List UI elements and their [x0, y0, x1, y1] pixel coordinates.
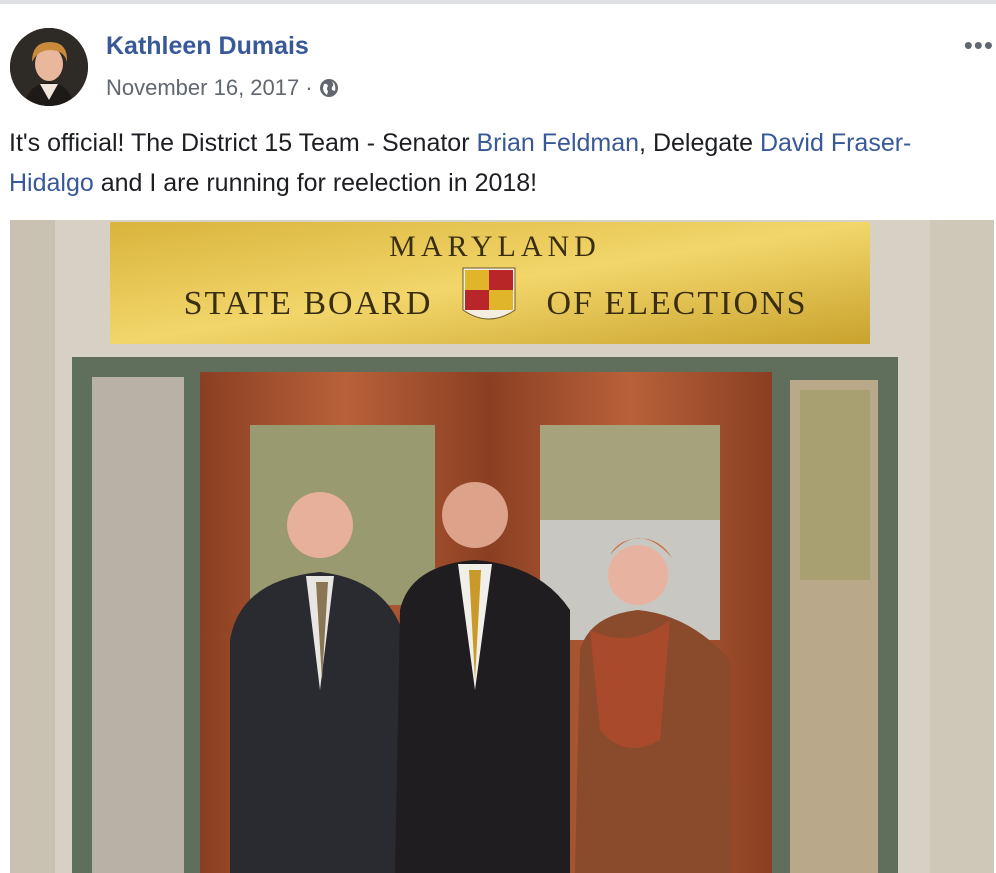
post-meta: November 16, 2017 · [106, 75, 339, 101]
sign-line-2a: STATE BOARD [184, 285, 433, 322]
meta-separator: · [305, 75, 313, 100]
post-text-intro: It's official! The District 15 Team - Se… [9, 129, 477, 157]
author-name[interactable]: Kathleen Dumais [106, 32, 309, 61]
post-text-middle: , Delegate [639, 129, 760, 157]
avatar-photo [10, 28, 88, 106]
post-date[interactable]: November 16, 2017 [106, 75, 299, 101]
mention-brian-feldman[interactable]: Brian Feldman [476, 129, 639, 157]
author-avatar[interactable] [10, 28, 88, 106]
post-photo[interactable]: MARYLAND STATE BOARD OF ELECTIONS [10, 220, 994, 873]
sign-line-1: MARYLAND [389, 230, 601, 263]
top-divider [0, 0, 996, 4]
sign-line-2b: OF ELECTIONS [546, 285, 807, 322]
globe-icon[interactable] [319, 78, 339, 98]
post-text: It's official! The District 15 Team - Se… [9, 123, 989, 203]
post-options-button[interactable]: ••• [964, 30, 994, 61]
post-text-outro: and I are running for reelection in 2018… [93, 169, 538, 197]
photo-scene: MARYLAND STATE BOARD OF ELECTIONS [10, 220, 994, 873]
maryland-seal-icon [462, 267, 516, 320]
